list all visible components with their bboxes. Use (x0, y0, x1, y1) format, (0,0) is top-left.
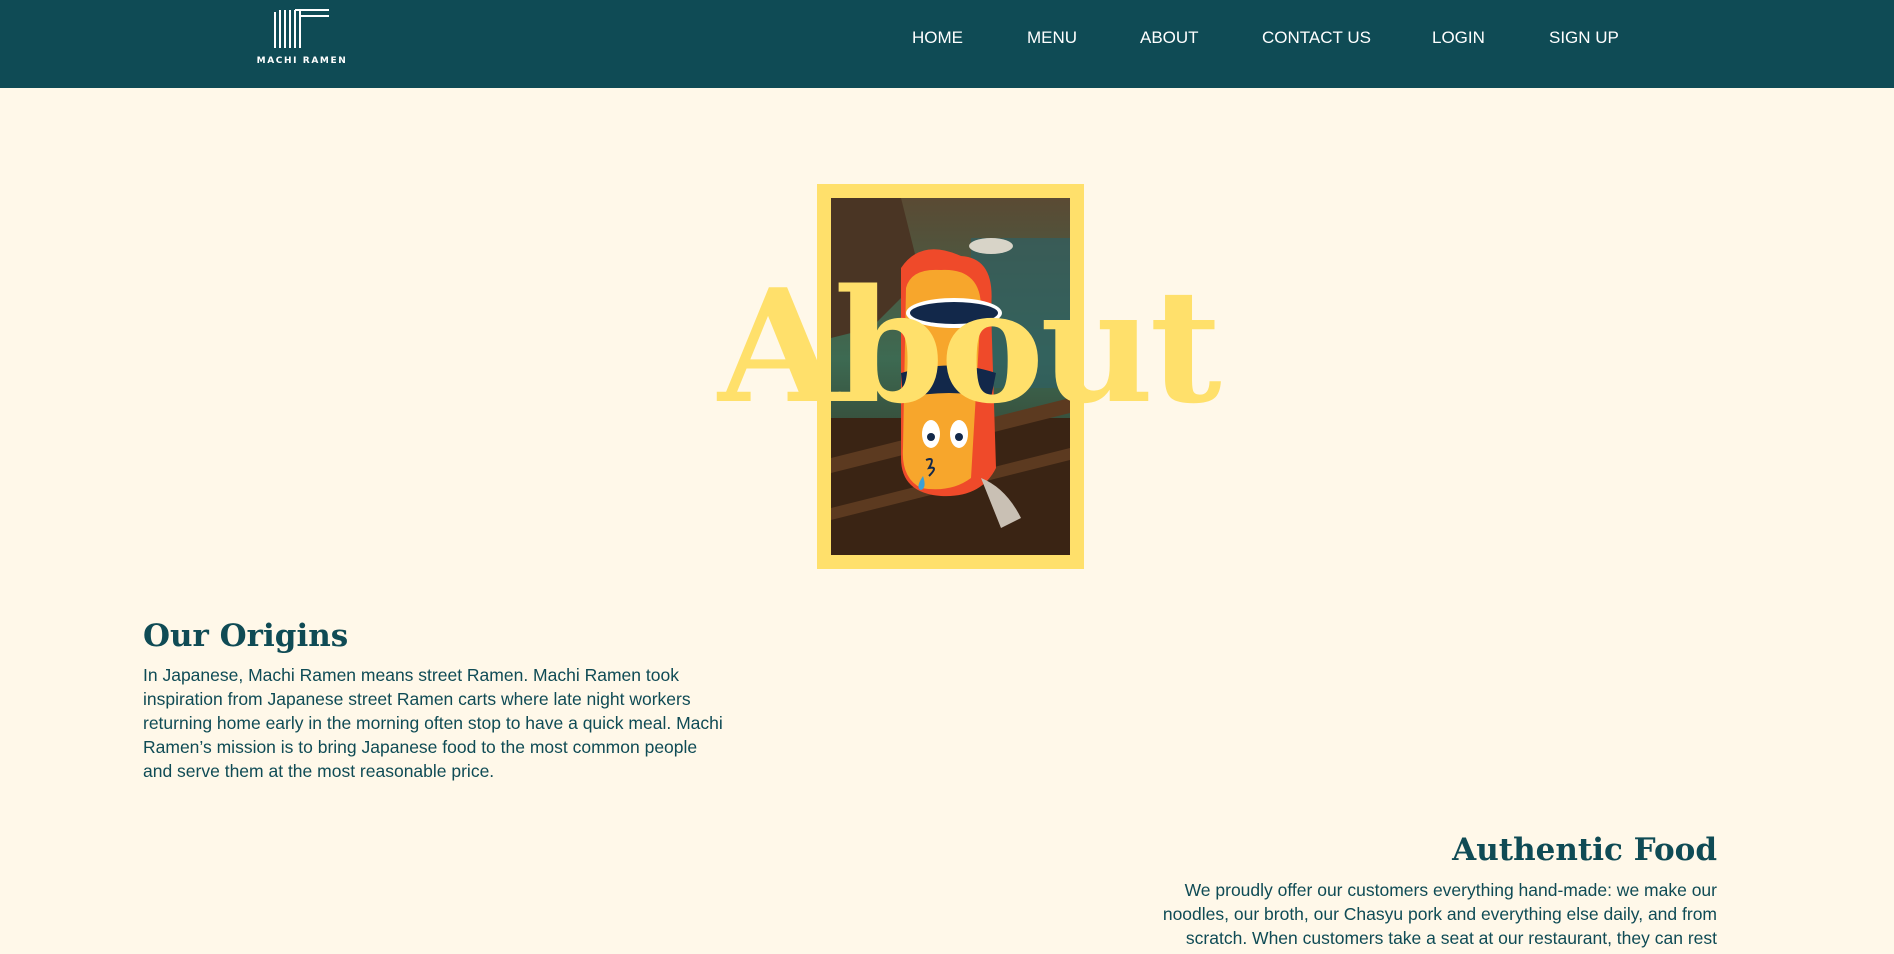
authentic-food-text: We proudly offer our customers everythin… (1162, 880, 1717, 948)
origins-text: In Japanese, Machi Ramen means street Ra… (143, 665, 723, 781)
authentic-food-heading: Authentic Food (1452, 832, 1717, 868)
origins-heading: Our Origins (143, 618, 349, 654)
page-title: About (718, 255, 1222, 438)
nav-about[interactable]: ABOUT (1140, 28, 1199, 48)
nav-contact-us[interactable]: CONTACT US (1262, 28, 1371, 48)
nav-sign-up[interactable]: SIGN UP (1549, 28, 1619, 48)
main-nav: HOME MENU ABOUT CONTACT US LOGIN SIGN UP (0, 28, 1894, 50)
site-header: MACHI RAMEN HOME MENU ABOUT CONTACT US L… (0, 0, 1894, 88)
nav-menu[interactable]: MENU (1027, 28, 1077, 48)
logo-text: MACHI RAMEN (256, 56, 348, 66)
nav-home[interactable]: HOME (912, 28, 963, 48)
nav-login[interactable]: LOGIN (1432, 28, 1485, 48)
